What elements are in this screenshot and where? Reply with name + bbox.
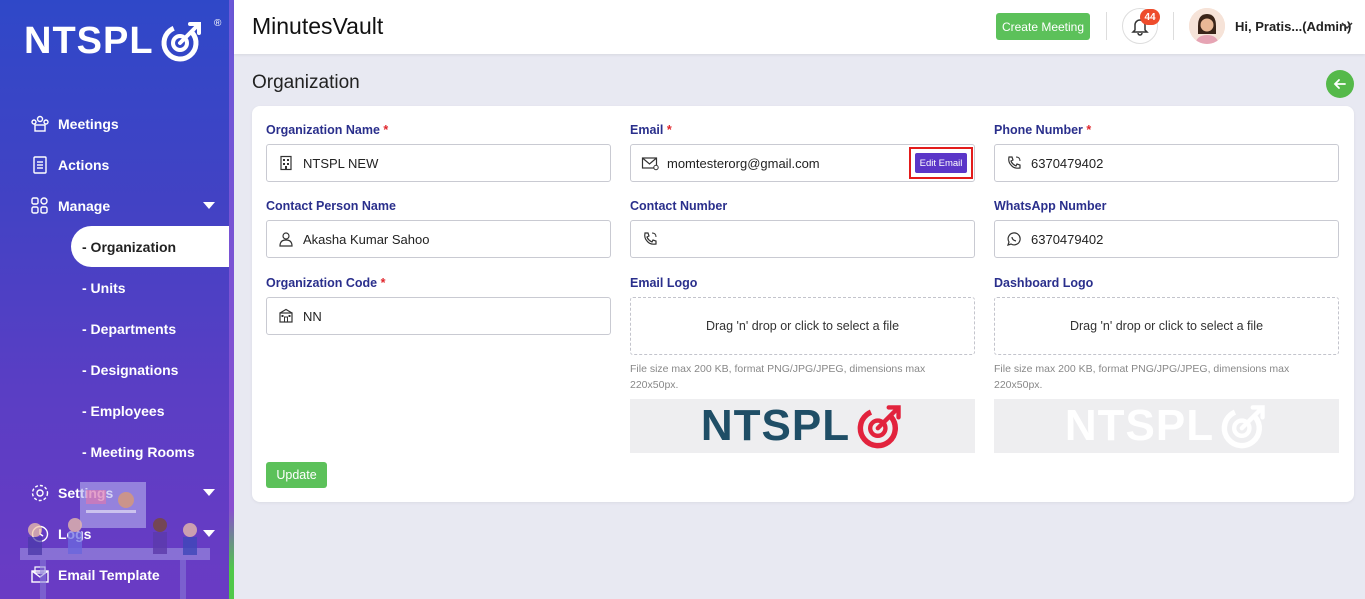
email-value: momtesterorg@gmail.com bbox=[667, 155, 820, 171]
phone-label: Phone Number * bbox=[994, 123, 1092, 137]
email-logo-hint: File size max 200 KB, format PNG/JPG/JPE… bbox=[630, 363, 926, 391]
create-meeting-button[interactable]: Create Meeting bbox=[996, 13, 1090, 40]
org-code-value: NN bbox=[303, 308, 322, 324]
sidebar-subitem-units[interactable]: - Units bbox=[0, 267, 229, 308]
sidebar-item-manage[interactable]: Manage bbox=[0, 185, 229, 226]
header-divider bbox=[1106, 12, 1107, 40]
sidebar-edge bbox=[229, 0, 234, 599]
sidebar-subitem-employees[interactable]: - Employees bbox=[0, 390, 229, 431]
brand-logo-text: NTSPL bbox=[24, 19, 154, 62]
dashboard-logo-dropzone[interactable]: Drag 'n' drop or click to select a file bbox=[994, 297, 1339, 355]
arrow-left-icon bbox=[1333, 79, 1346, 89]
ntspl-logo-mark-icon bbox=[857, 405, 901, 449]
phone-field: Phone Number * 6370479402 bbox=[994, 123, 1339, 182]
sidebar-item-label: Manage bbox=[58, 197, 111, 214]
app-title: MinutesVault bbox=[252, 13, 384, 39]
brand-reg-mark: ® bbox=[214, 18, 222, 29]
phone-value: 6370479402 bbox=[1031, 155, 1104, 171]
chevron-down-icon[interactable] bbox=[203, 202, 215, 209]
sidebar-item-actions[interactable]: Actions bbox=[0, 144, 229, 185]
sidebar-subitem-designations[interactable]: - Designations bbox=[0, 349, 229, 390]
contact-person-field: Contact Person Name Akasha Kumar Sahoo bbox=[266, 199, 611, 258]
brand-logo-mark-icon bbox=[161, 22, 201, 62]
user-menu-label[interactable]: Hi, Pratis...(Admin) bbox=[1235, 19, 1351, 34]
meeting-illustration bbox=[20, 482, 210, 599]
sidebar-subitem-meeting-rooms[interactable]: - Meeting Rooms bbox=[0, 431, 229, 472]
contact-person-value: Akasha Kumar Sahoo bbox=[303, 231, 430, 247]
edit-email-highlight: Edit Email bbox=[909, 147, 973, 179]
email-logo-preview: NTSPL bbox=[630, 399, 975, 453]
brand-logo[interactable]: NTSPL ® bbox=[24, 18, 221, 64]
update-button[interactable]: Update bbox=[266, 462, 327, 488]
org-name-field: Organization Name * NTSPL NEW bbox=[266, 123, 611, 182]
topbar: MinutesVault Create Meeting 44 Hi, Prati… bbox=[234, 0, 1365, 54]
avatar[interactable] bbox=[1189, 8, 1225, 44]
email-icon bbox=[641, 154, 659, 172]
dashboard-logo-hint: File size max 200 KB, format PNG/JPG/JPE… bbox=[994, 363, 1290, 391]
manage-icon bbox=[30, 196, 50, 216]
org-name-label: Organization Name * bbox=[266, 123, 389, 137]
org-code-label: Organization Code * bbox=[266, 276, 386, 290]
page-title: Organization bbox=[252, 72, 360, 93]
sidebar-item-label: Actions bbox=[58, 156, 110, 173]
contact-number-label: Contact Number bbox=[630, 199, 728, 213]
chevron-down-icon[interactable] bbox=[1340, 20, 1354, 32]
org-name-input[interactable]: NTSPL NEW bbox=[266, 144, 611, 182]
contact-number-input[interactable] bbox=[630, 220, 975, 258]
email-logo-field: Email Logo Drag 'n' drop or click to sel… bbox=[630, 276, 975, 453]
dashboard-logo-label: Dashboard Logo bbox=[994, 276, 1094, 290]
email-input[interactable]: momtesterorg@gmail.com Edit Email bbox=[630, 144, 975, 182]
phone-icon bbox=[1005, 154, 1023, 172]
whatsapp-field: WhatsApp Number 6370479402 bbox=[994, 199, 1339, 258]
contact-person-input[interactable]: Akasha Kumar Sahoo bbox=[266, 220, 611, 258]
sidebar: NTSPL ® Meetings Actions Manage - Organi… bbox=[0, 0, 234, 599]
building-code-icon bbox=[277, 307, 295, 325]
whatsapp-label: WhatsApp Number bbox=[994, 199, 1107, 213]
edit-email-button[interactable]: Edit Email bbox=[915, 153, 967, 173]
back-button[interactable] bbox=[1326, 70, 1354, 98]
actions-icon bbox=[30, 155, 50, 175]
contact-person-label: Contact Person Name bbox=[266, 199, 396, 213]
email-logo-label: Email Logo bbox=[630, 276, 698, 290]
sidebar-item-label: Meetings bbox=[58, 115, 119, 132]
sidebar-item-meetings[interactable]: Meetings bbox=[0, 103, 229, 144]
header-divider bbox=[1173, 12, 1174, 40]
dashboard-logo-preview: NTSPL bbox=[994, 399, 1339, 453]
whatsapp-icon bbox=[1005, 230, 1023, 248]
sidebar-subitem-departments[interactable]: - Departments bbox=[0, 308, 229, 349]
contact-number-field: Contact Number bbox=[630, 199, 975, 258]
dashboard-logo-preview-text: NTSPL bbox=[1064, 401, 1215, 450]
ntspl-logo-mark-icon bbox=[1221, 405, 1265, 449]
email-field: Email * momtesterorg@gmail.com Edit Emai… bbox=[630, 123, 975, 182]
notifications-badge: 44 bbox=[1140, 9, 1160, 25]
email-label: Email * bbox=[630, 123, 672, 137]
user-icon bbox=[277, 230, 295, 248]
dashboard-logo-field: Dashboard Logo Drag 'n' drop or click to… bbox=[994, 276, 1339, 453]
whatsapp-input[interactable]: 6370479402 bbox=[994, 220, 1339, 258]
phone-icon bbox=[641, 230, 659, 248]
building-icon bbox=[277, 154, 295, 172]
org-name-value: NTSPL NEW bbox=[303, 155, 379, 171]
whatsapp-value: 6370479402 bbox=[1031, 231, 1104, 247]
email-logo-dropzone[interactable]: Drag 'n' drop or click to select a file bbox=[630, 297, 975, 355]
email-logo-preview-text: NTSPL bbox=[700, 401, 851, 450]
meetings-icon bbox=[30, 114, 50, 134]
org-code-input[interactable]: NN bbox=[266, 297, 611, 335]
phone-input[interactable]: 6370479402 bbox=[994, 144, 1339, 182]
sidebar-subitem-organization[interactable]: - Organization bbox=[71, 226, 229, 267]
organization-form: Organization Name * NTSPL NEW Email * mo… bbox=[252, 106, 1354, 502]
org-code-field: Organization Code * NN bbox=[266, 276, 611, 335]
